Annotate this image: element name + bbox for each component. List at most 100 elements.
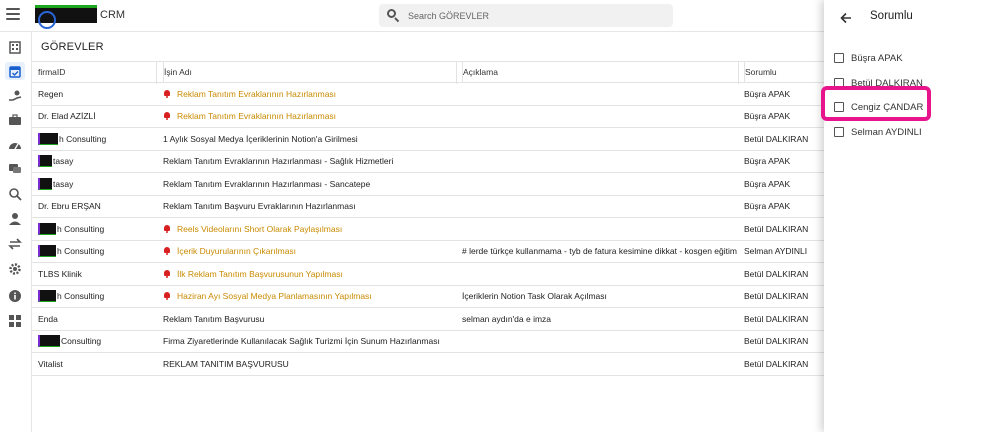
filter-option-busra-apak[interactable]: Büşra APAK (834, 49, 994, 67)
cell-firma: tasay (38, 173, 156, 195)
cell-firma-text: Consulting (61, 336, 102, 347)
table-row[interactable]: h Consulting İçerik Duyurularının Çıkarıl… (32, 241, 824, 263)
column-header-aciklama[interactable]: Açıklama (462, 62, 737, 82)
cell-firma-text: h Consulting (57, 246, 105, 257)
gear-icon[interactable] (8, 262, 22, 276)
calendar-check-icon[interactable] (5, 62, 25, 80)
cell-aciklama: İçeriklerin Notion Task Olarak Açılması (462, 291, 607, 302)
table-row[interactable]: h Consulting 1 Aylık Sosyal Medya İçerikl… (32, 128, 824, 151)
cell-sorumlu: Betül DALKIRAN (744, 291, 809, 302)
table-row[interactable]: Dr. Elad AZİZLİ Reklam Tanıtım Evrakların… (32, 106, 824, 128)
cell-aciklama (462, 218, 737, 240)
table-row[interactable]: Vitalist REKLAM TANITIM BAŞVURUSU Betül DA… (32, 353, 824, 376)
logo-icon (38, 11, 56, 29)
cell-firma-text: tasay (53, 178, 74, 189)
redacted-text (38, 177, 52, 190)
cell-is-adi: Reklam Tanıtım Evraklarının Hazırlanması… (163, 151, 453, 173)
cell-is-adi-text: Haziran Ayı Sosyal Medya Planlamasının Y… (177, 291, 372, 302)
redacted-text (38, 290, 56, 303)
cell-is-adi-text: Reklam Tanıtım Evraklarının Hazırlanması… (163, 178, 371, 189)
cell-sorumlu: Büşra APAK (744, 156, 791, 167)
table-row[interactable]: Regen Reklam Tanıtım Evraklarının Hazırla… (32, 83, 824, 106)
menu-icon[interactable] (6, 8, 20, 22)
filter-option-selman-aydinli[interactable]: Selman AYDINLI (834, 123, 994, 141)
search-bar[interactable] (379, 4, 673, 27)
column-header-firmaid[interactable]: firmaID (38, 62, 156, 82)
column-header-isin-adi[interactable]: İşin Adı (163, 62, 453, 82)
table-row[interactable]: tasay Reklam Tanıtım Evraklarının Hazırla… (32, 173, 824, 196)
filter-option-label: Selman AYDINLI (851, 126, 922, 138)
cell-is-adi-text: Firma Ziyaretlerinde Kullanılacak Sağlık… (163, 336, 440, 347)
cell-is-adi: Firma Ziyaretlerinde Kullanılacak Sağlık… (163, 331, 453, 353)
cell-sorumlu: Betül DALKIRAN (744, 336, 809, 347)
cell-firma: h Consulting (38, 286, 156, 308)
cell-firma: Dr. Ebru ERŞAN (38, 196, 156, 218)
chat-icon[interactable] (8, 162, 22, 176)
cell-sorumlu: Betül DALKIRAN (744, 313, 809, 324)
redacted-text (38, 335, 60, 348)
cell-is-adi: İçerik Duyurularının Çıkarılması (163, 241, 453, 263)
tasks-table: firmaID İşin Adı Açıklama Sorumlu Regen R… (32, 61, 824, 376)
cell-aciklama (462, 353, 737, 375)
cell-firma: Consulting (38, 331, 156, 353)
arrow-left-icon[interactable] (840, 11, 852, 24)
cell-aciklama (462, 173, 737, 195)
search-icon (387, 9, 400, 23)
table-row[interactable]: Enda Reklam Tanıtım Başvurusu selman aydın… (32, 308, 824, 331)
cell-is-adi-text: İçerik Duyurularının Çıkarılması (177, 246, 297, 257)
cell-is-adi-text: Reklam Tanıtım Evraklarının Hazırlanması (177, 111, 337, 122)
refresh-icon[interactable] (8, 237, 22, 251)
table-row[interactable]: h Consulting Haziran Ayı Sosyal Medya Pla… (32, 286, 824, 308)
cell-sorumlu: Büşra APAK (744, 88, 791, 99)
cell-firma: Enda (38, 308, 156, 330)
filter-option-label: Büşra APAK (851, 52, 903, 64)
column-header-sorumlu[interactable]: Sorumlu (744, 62, 824, 82)
cell-aciklama (462, 331, 737, 353)
search-input[interactable] (408, 8, 658, 23)
filter-panel: Sorumlu Büşra APAK Betül DALKIRAN Cengiz… (824, 0, 999, 432)
cell-is-adi-text: Reklam Tanıtım Başvuru Evraklarının Hazı… (163, 201, 356, 212)
cell-sorumlu: Betül DALKIRAN (744, 268, 809, 279)
table-row[interactable]: h Consulting Reels Videolarını Short Olar… (32, 218, 824, 241)
cell-is-adi: Reels Videolarını Short Olarak Paylaşılm… (163, 218, 453, 240)
brand-name: CRM (100, 9, 126, 21)
bell-icon (163, 247, 171, 256)
cell-firma-text: Vitalist (38, 358, 63, 369)
cell-aciklama (462, 83, 737, 105)
magnify-icon[interactable] (8, 187, 22, 201)
cell-aciklama (462, 106, 737, 128)
checkbox[interactable] (834, 53, 844, 63)
cell-sorumlu: Betül DALKIRAN (744, 223, 809, 234)
building-icon[interactable] (8, 40, 22, 54)
bell-icon (163, 292, 171, 301)
cell-is-adi: Reklam Tanıtım Evraklarının Hazırlanması… (163, 173, 453, 195)
cell-is-adi: İlk Reklam Tanıtım Başvurusunun Yapılmas… (163, 263, 453, 285)
cell-sorumlu: Büşra APAK (744, 178, 791, 189)
table-row[interactable]: tasay Reklam Tanıtım Evraklarının Hazırla… (32, 151, 824, 173)
table-row[interactable]: TLBS Klinik İlk Reklam Tanıtım Başvurusun… (32, 263, 824, 286)
table-body: Regen Reklam Tanıtım Evraklarının Hazırla… (32, 83, 824, 376)
cell-is-adi: Reklam Tanıtım Başvurusu (163, 308, 453, 330)
hand-money-icon[interactable] (8, 89, 22, 103)
cell-firma: Vitalist (38, 353, 156, 375)
cell-firma-text: Dr. Elad AZİZLİ (38, 111, 96, 122)
person-icon[interactable] (8, 212, 22, 226)
briefcase-icon[interactable] (8, 113, 22, 127)
cell-is-adi-text: 1 Aylık Sosyal Medya İçeriklerinin Notio… (163, 133, 358, 144)
table-row[interactable]: Consulting Firma Ziyaretlerinde Kullanıla… (32, 331, 824, 353)
redacted-text (38, 222, 56, 235)
cell-firma-text: h Consulting (57, 291, 105, 302)
cell-is-adi-text: Reklam Tanıtım Başvurusu (163, 313, 265, 324)
redacted-text (38, 155, 52, 168)
grid-icon[interactable] (8, 314, 22, 328)
cell-firma-text: h Consulting (59, 133, 107, 144)
cell-sorumlu: Selman AYDINLI (744, 246, 808, 257)
cell-is-adi-text: Reklam Tanıtım Evraklarının Hazırlanması… (163, 156, 394, 167)
cell-firma-text: tasay (53, 156, 74, 167)
cell-is-adi: Reklam Tanıtım Başvuru Evraklarının Hazı… (163, 196, 453, 218)
checkbox[interactable] (834, 127, 844, 137)
cell-sorumlu: Büşra APAK (744, 111, 791, 122)
table-row[interactable]: Dr. Ebru ERŞAN Reklam Tanıtım Başvuru Evr… (32, 196, 824, 218)
gauge-icon[interactable] (8, 138, 22, 152)
info-icon[interactable] (8, 289, 22, 303)
